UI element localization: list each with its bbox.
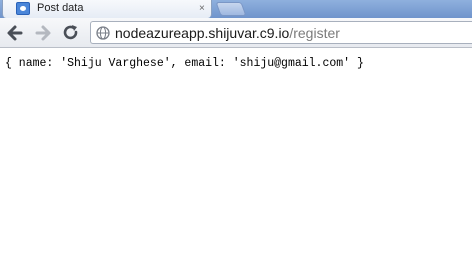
url-text: nodeazureapp.shijuvar.c9.io/register — [115, 25, 340, 41]
browser-toolbar: nodeazureapp.shijuvar.c9.io/register — [0, 18, 472, 48]
reload-icon — [63, 25, 78, 40]
arrow-left-icon — [7, 25, 23, 41]
page-body-text: { name: 'Shiju Varghese', email: 'shiju@… — [5, 57, 364, 70]
tab-post-data[interactable]: Post data × — [2, 0, 212, 18]
back-button[interactable] — [5, 23, 25, 43]
url-host: nodeazureapp.shijuvar.c9.io — [115, 25, 290, 41]
tab-title: Post data — [37, 2, 84, 14]
arrow-right-icon — [35, 25, 51, 41]
address-bar[interactable]: nodeazureapp.shijuvar.c9.io/register — [90, 21, 472, 44]
tab-strip: Post data × — [0, 0, 472, 18]
page-favicon-icon — [16, 2, 30, 15]
reload-button[interactable] — [61, 23, 81, 43]
url-path: /register — [289, 25, 340, 41]
close-tab-icon[interactable]: × — [199, 3, 205, 14]
globe-icon — [96, 26, 110, 40]
new-tab-button[interactable] — [215, 2, 247, 16]
forward-button[interactable] — [33, 23, 53, 43]
